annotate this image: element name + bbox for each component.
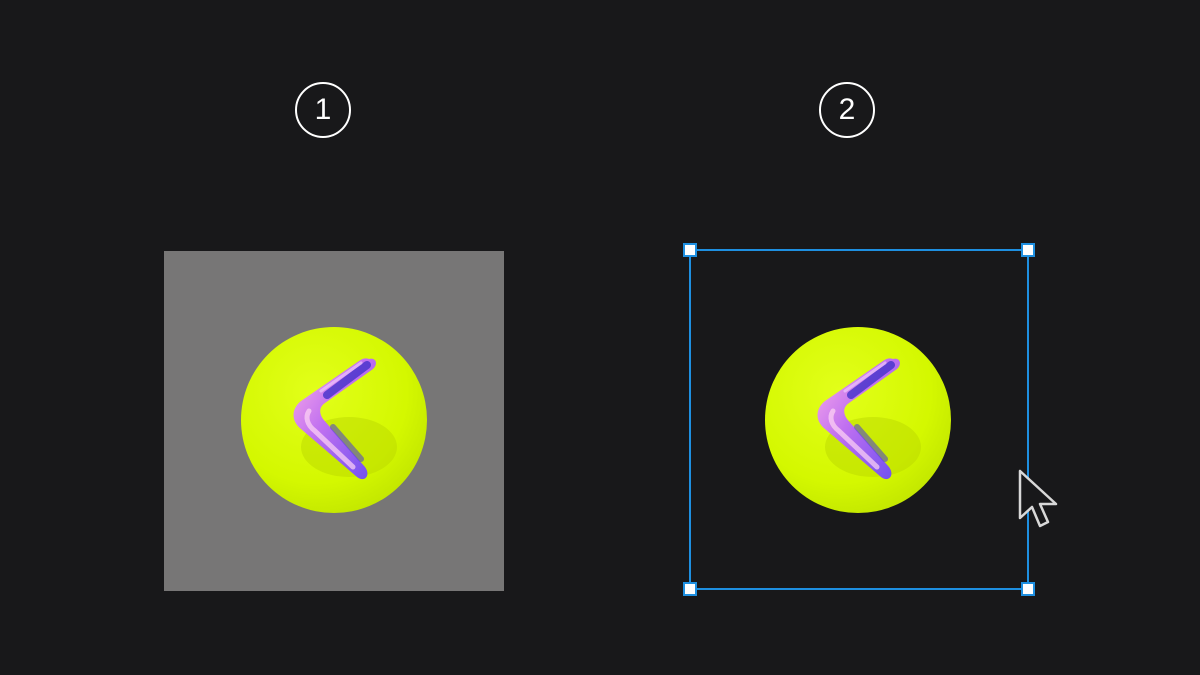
step-2-badge: 2 [819,82,875,138]
mouse-pointer-icon [1018,469,1058,528]
resize-handle-top-left[interactable] [683,243,697,257]
canvas: 1 2 [0,0,1200,675]
resize-handle-bottom-right[interactable] [1021,582,1035,596]
resize-handle-top-right[interactable] [1021,243,1035,257]
step-1-number: 1 [314,93,332,126]
resize-handle-bottom-left[interactable] [683,582,697,596]
step-2-number: 2 [838,93,856,126]
chevron-balloon-artwork-1 [241,327,427,513]
selection-box[interactable] [683,243,1035,596]
step-1-badge: 1 [295,82,351,138]
